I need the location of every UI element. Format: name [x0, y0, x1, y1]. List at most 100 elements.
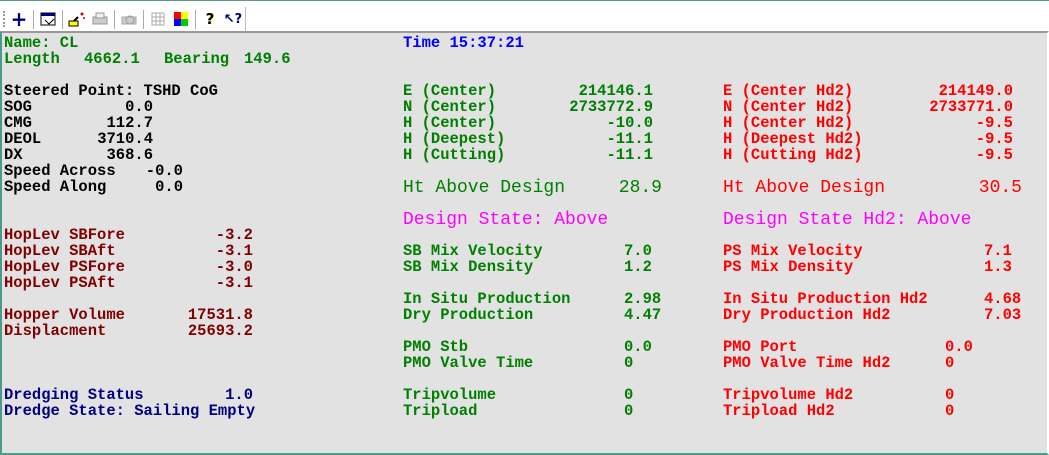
displacement-label: Displacment — [4, 322, 107, 340]
steered-point: Steered Point: TSHD CoG — [4, 82, 218, 100]
context-help-icon[interactable]: ↖? — [222, 9, 244, 29]
hd1-row-label: Tripload — [403, 402, 478, 420]
help-icon[interactable]: ? — [199, 9, 221, 29]
hd2-coord-value: -9.5 — [975, 130, 1013, 148]
hd1-row-value: 1.2 — [624, 258, 652, 276]
color-palette-icon[interactable] — [170, 9, 192, 29]
hd1-row-value: 0.0 — [624, 338, 652, 356]
hd1-coord-label: H (Cutting) — [403, 146, 506, 164]
nav-row-label: SOG — [4, 98, 32, 116]
ht-above-design-hd2-label: Ht Above Design — [723, 178, 886, 198]
hd1-row-value: 0 — [624, 386, 634, 404]
nav-row-value: -0.0 — [145, 162, 183, 180]
displacement-value: 25693.2 — [187, 322, 253, 340]
hd1-row-label: In Situ Production — [403, 290, 571, 308]
hd1-row-label: PMO Valve Time — [403, 354, 534, 372]
hd1-coord-label: H (Deepest) — [403, 130, 506, 148]
ht-above-design-label: Ht Above Design — [403, 178, 566, 198]
separator — [62, 10, 64, 29]
hopper-volume-value: 17531.8 — [187, 306, 253, 324]
hd1-row-value: 0 — [624, 402, 634, 420]
separator — [195, 10, 197, 29]
print-preview-icon[interactable] — [118, 9, 140, 29]
hd2-row-value: 0 — [945, 402, 955, 420]
hopper-level-label: HopLev PSAft — [4, 274, 116, 292]
hd2-row-label: PS Mix Velocity — [723, 242, 863, 260]
hd1-coord-value: 2733772.9 — [569, 98, 653, 116]
hd1-row-label: Tripvolume — [403, 386, 497, 404]
hd2-coord-label: H (Cutting Hd2) — [723, 146, 863, 164]
nav-row-label: Speed Along — [4, 178, 107, 196]
hd2-row-label: PMO Port — [723, 338, 798, 356]
hd2-coord-value: 2733771.0 — [929, 98, 1013, 116]
hd1-row-value: 2.98 — [624, 290, 662, 308]
hd1-coord-value: 214146.1 — [578, 82, 653, 100]
data-display: Name: CL Length 4662.1 Bearing 149.6 Tim… — [0, 31, 1049, 455]
time-readout: Time 15:37:21 — [403, 34, 524, 52]
hd1-coord-value: -11.1 — [606, 146, 653, 164]
hopper-level-value: -3.1 — [215, 274, 253, 292]
ht-above-design-value: 28.9 — [618, 178, 662, 198]
hd1-row-label: PMO Stb — [403, 338, 469, 356]
hd1-coord-label: N (Center) — [403, 98, 497, 116]
hd2-row-value: 0 — [945, 354, 955, 372]
print-icon[interactable] — [89, 9, 111, 29]
hd1-coord-value: -11.1 — [606, 130, 653, 148]
hd2-row-label: Tripvolume Hd2 — [723, 386, 854, 404]
hd2-coord-label: H (Deepest Hd2) — [723, 130, 863, 148]
add-icon[interactable]: + — [8, 7, 30, 31]
bearing-value: 149.6 — [244, 50, 291, 68]
design-state-hd2: Design State Hd2: Above — [723, 210, 972, 230]
hd2-row-label: Dry Production Hd2 — [723, 306, 891, 324]
hd2-coord-label: N (Center Hd2) — [723, 98, 854, 116]
hopper-level-label: HopLev SBAft — [4, 242, 116, 260]
nav-row-label: Speed Across — [4, 162, 116, 180]
grid-icon[interactable] — [147, 9, 169, 29]
hopper-level-label: HopLev SBFore — [4, 226, 125, 244]
hd2-coord-value: -9.5 — [975, 146, 1013, 164]
design-state: Design State: Above — [403, 210, 609, 230]
nav-row-value: 368.6 — [106, 146, 153, 164]
hd2-row-value: 4.68 — [984, 290, 1022, 308]
nav-row-value: 112.7 — [106, 114, 153, 132]
hd1-coord-label: H (Center) — [403, 114, 497, 132]
hd2-coord-label: H (Center Hd2) — [723, 114, 854, 132]
hopper-level-value: -3.2 — [215, 226, 253, 244]
length-value: 4662.1 — [84, 50, 140, 68]
separator — [33, 10, 35, 29]
track-name: Name: CL — [4, 34, 79, 52]
hopper-level-value: -3.0 — [215, 258, 253, 276]
hd2-row-value: 1.3 — [984, 258, 1012, 276]
hd2-row-label: In Situ Production Hd2 — [723, 290, 928, 308]
hd1-row-value: 4.47 — [624, 306, 662, 324]
properties-icon[interactable] — [37, 9, 59, 29]
nav-row-value: 3710.4 — [97, 130, 153, 148]
hd2-row-label: PS Mix Density — [723, 258, 854, 276]
hd2-row-value: 0 — [945, 386, 955, 404]
dredging-status-label: Dredging Status — [4, 386, 144, 404]
dredging-status-value: 1.0 — [225, 386, 253, 404]
wizard-icon[interactable] — [66, 9, 88, 29]
nav-row-label: DEOL — [4, 130, 42, 148]
hd1-coord-value: -10.0 — [606, 114, 653, 132]
hopper-level-label: HopLev PSFore — [4, 258, 125, 276]
hd2-row-label: PMO Valve Time Hd2 — [723, 354, 891, 372]
hd1-coord-label: E (Center) — [403, 82, 497, 100]
hd1-row-value: 0 — [624, 354, 634, 372]
hd1-row-label: SB Mix Velocity — [403, 242, 543, 260]
nav-row-value: 0.0 — [125, 98, 153, 116]
toolbar-grip[interactable] — [3, 11, 7, 27]
hopper-volume-label: Hopper Volume — [4, 306, 125, 324]
dredge-state: Dredge State: Sailing Empty — [4, 402, 256, 420]
hd2-coord-value: 214149.0 — [938, 82, 1013, 100]
hopper-level-value: -3.1 — [215, 242, 253, 260]
hd2-row-label: Tripload Hd2 — [723, 402, 835, 420]
ht-above-design-hd2-value: 30.5 — [978, 178, 1022, 198]
hd2-coord-value: -9.5 — [975, 114, 1013, 132]
hd1-row-label: SB Mix Density — [403, 258, 534, 276]
nav-row-value: 0.0 — [155, 178, 183, 196]
length-label: Length — [4, 50, 60, 68]
nav-row-label: CMG — [4, 114, 32, 132]
hd2-row-value: 7.1 — [984, 242, 1012, 260]
hd1-row-value: 7.0 — [624, 242, 652, 260]
